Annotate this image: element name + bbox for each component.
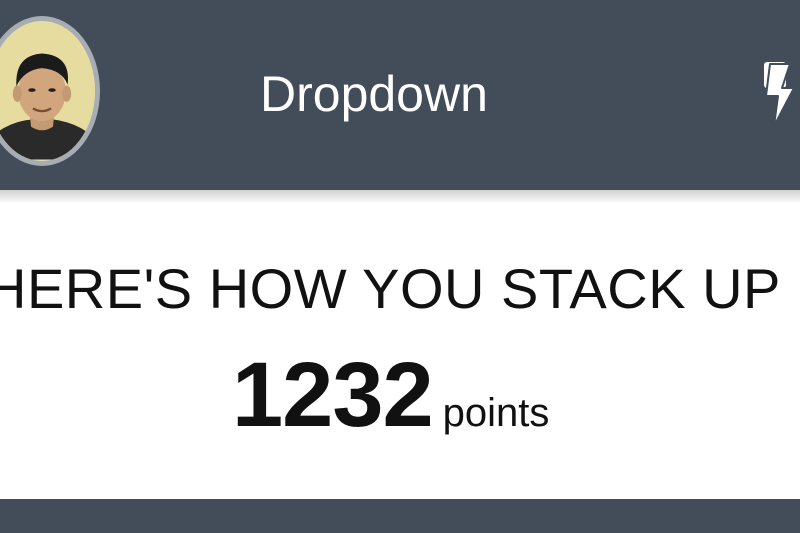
lightning-bolt-icon[interactable] — [760, 58, 800, 130]
user-avatar[interactable] — [0, 16, 100, 166]
nav-title: Dropdown — [260, 66, 488, 122]
bottom-section-bar — [0, 499, 800, 533]
score-value: 1232 — [232, 344, 434, 446]
app-screen: Dropdown HERE'S HOW YOU STACK UP 1232 poi… — [0, 0, 800, 533]
nav-bar: Dropdown — [0, 0, 800, 190]
avatar-photo — [0, 22, 95, 160]
score-unit-label: points — [442, 391, 550, 435]
stack-up-heading: HERE'S HOW YOU STACK UP — [0, 257, 781, 320]
score-row: 1232 points — [232, 345, 549, 445]
